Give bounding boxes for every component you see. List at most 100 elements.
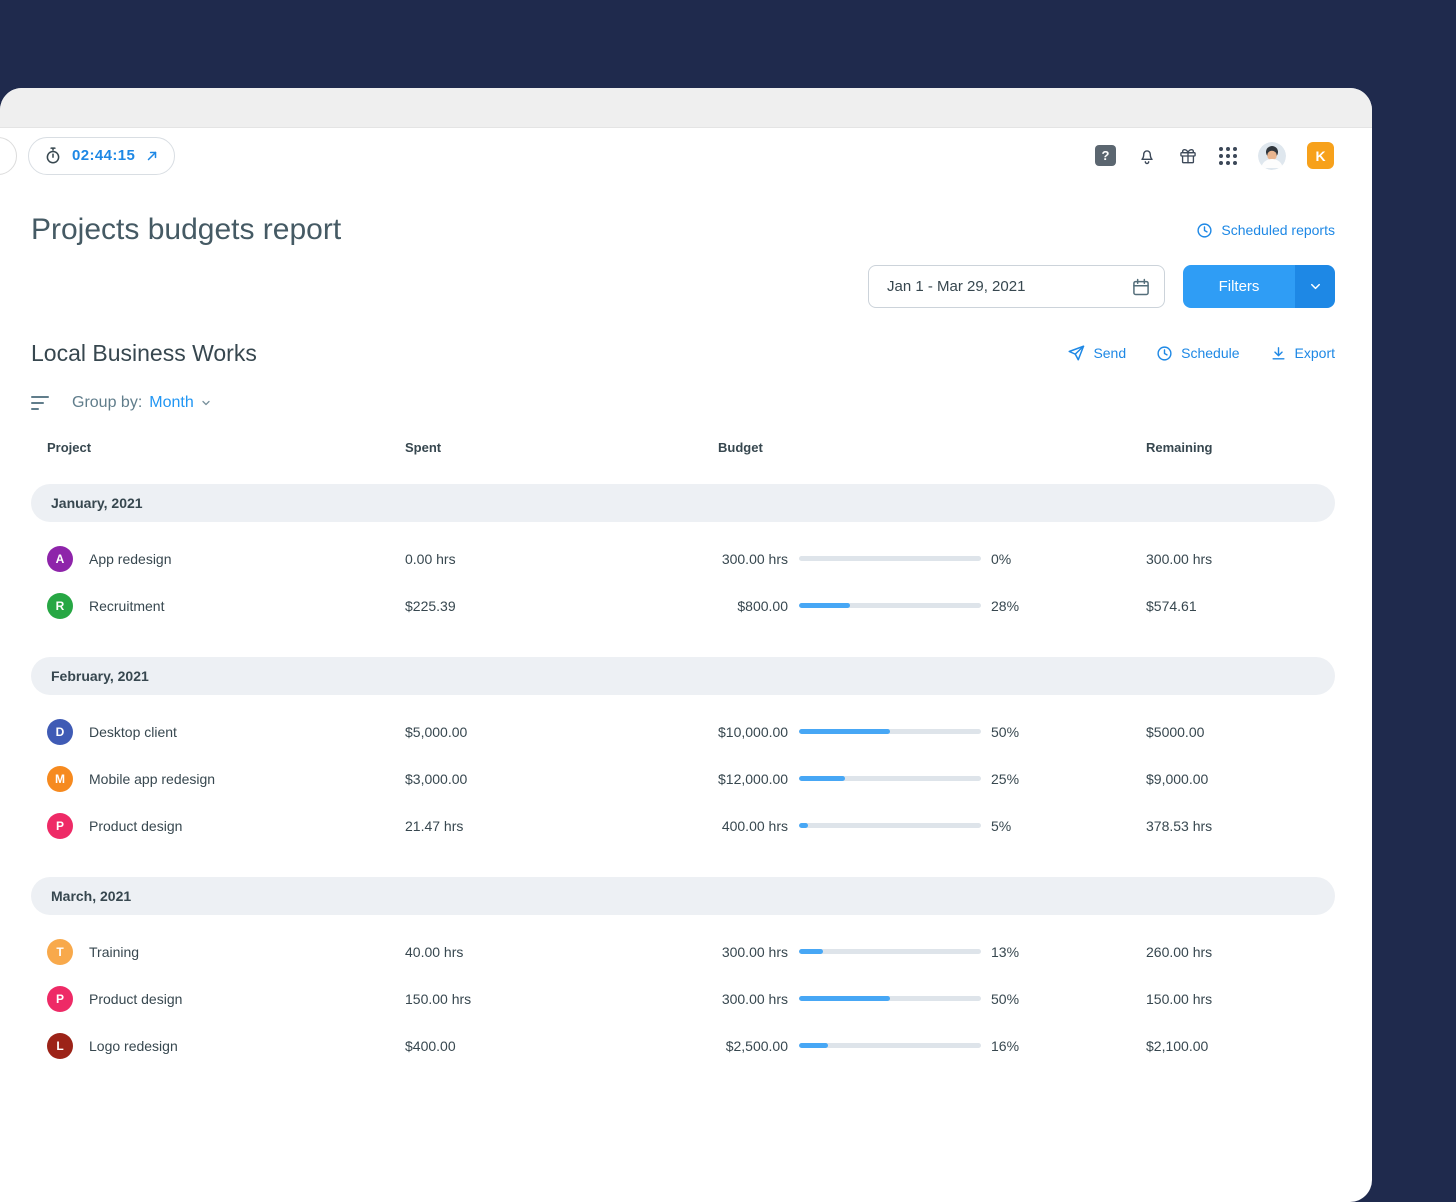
send-button[interactable]: Send — [1067, 344, 1126, 362]
project-cell[interactable]: T Training — [31, 938, 405, 965]
table-row: R Recruitment $225.39 $800.00 28% $574.6… — [31, 582, 1335, 629]
page-title: Projects budgets report — [31, 213, 342, 246]
scheduled-reports-link[interactable]: Scheduled reports — [1196, 222, 1335, 239]
project-name: App redesign — [89, 550, 172, 567]
budget-value: 300.00 hrs — [721, 943, 788, 960]
remaining-value: $5000.00 — [1146, 723, 1205, 740]
progress-fill — [799, 949, 823, 954]
chevron-down-icon — [1310, 283, 1320, 290]
project-cell[interactable]: D Desktop client — [31, 718, 405, 745]
project-avatar: L — [47, 1032, 73, 1059]
progress-cell — [788, 556, 989, 561]
group-label: March, 2021 — [51, 888, 132, 904]
progress-fill — [799, 603, 850, 608]
table-row: M Mobile app redesign $3,000.00 $12,000.… — [31, 755, 1335, 802]
send-icon — [1067, 344, 1085, 362]
progress-cell — [788, 949, 989, 954]
percent-value: 28% — [991, 597, 1020, 614]
calendar-icon — [1131, 277, 1151, 297]
timer-widget[interactable]: 02:44:15 — [28, 136, 176, 175]
remaining-value: $2,100.00 — [1146, 1037, 1209, 1054]
export-label: Export — [1294, 345, 1335, 361]
group-by-value: Month — [149, 394, 194, 411]
app-window: 02:44:15 ? K Projects budgets report Sch… — [0, 88, 1372, 1202]
project-cell[interactable]: A App redesign — [31, 545, 405, 572]
project-avatar: D — [47, 718, 73, 745]
group-by-dropdown[interactable]: Month — [149, 394, 211, 412]
column-header-project: Project — [47, 440, 92, 455]
budget-progress-bar — [799, 776, 981, 781]
client-section-header: Local Business Works Send Schedule Expor… — [31, 338, 1335, 368]
window-chrome-strip — [0, 88, 1372, 128]
project-cell[interactable]: P Product design — [31, 812, 405, 839]
budget-value: 400.00 hrs — [721, 817, 788, 834]
spent-value: $5,000.00 — [405, 723, 468, 740]
notifications-bell-icon[interactable] — [1137, 146, 1157, 166]
table-row: L Logo redesign $400.00 $2,500.00 16% $2… — [31, 1022, 1335, 1069]
budget-progress-bar — [799, 1043, 981, 1048]
project-name: Mobile app redesign — [89, 770, 216, 787]
percent-value: 25% — [991, 770, 1020, 787]
sort-icon[interactable] — [31, 396, 49, 410]
budget-progress-bar — [799, 996, 981, 1001]
project-cell[interactable]: M Mobile app redesign — [31, 765, 405, 792]
project-name: Recruitment — [89, 597, 165, 614]
group-label: January, 2021 — [51, 495, 143, 511]
gift-icon[interactable] — [1178, 146, 1198, 166]
group-header: February, 2021 — [31, 657, 1335, 695]
organization-badge[interactable]: K — [1307, 142, 1334, 169]
project-avatar: T — [47, 938, 73, 965]
budget-progress-bar — [799, 823, 981, 828]
group-rows: T Training 40.00 hrs 300.00 hrs 13% 260.… — [31, 928, 1335, 1069]
date-range-input[interactable]: Jan 1 - Mar 29, 2021 — [868, 265, 1165, 308]
apps-grid-icon[interactable] — [1219, 146, 1237, 165]
percent-value: 16% — [991, 1037, 1020, 1054]
budget-progress-bar — [799, 556, 981, 561]
budget-value: $2,500.00 — [725, 1037, 788, 1054]
progress-cell — [788, 1043, 989, 1048]
send-label: Send — [1093, 345, 1127, 361]
progress-cell — [788, 996, 989, 1001]
group-label: February, 2021 — [51, 668, 149, 684]
spent-value: 21.47 hrs — [405, 817, 464, 834]
spent-value: 150.00 hrs — [405, 990, 472, 1007]
percent-value: 50% — [991, 990, 1020, 1007]
percent-value: 13% — [991, 943, 1020, 960]
project-cell[interactable]: R Recruitment — [31, 592, 405, 619]
help-icon[interactable]: ? — [1095, 145, 1116, 166]
project-cell[interactable]: L Logo redesign — [31, 1032, 405, 1059]
open-timer-icon[interactable] — [145, 149, 159, 163]
spent-value: 40.00 hrs — [405, 943, 464, 960]
percent-value: 50% — [991, 723, 1020, 740]
progress-cell — [788, 776, 989, 781]
progress-fill — [799, 996, 890, 1001]
budget-value: $800.00 — [737, 597, 788, 614]
progress-fill — [799, 776, 845, 781]
sidebar-collapse-button[interactable] — [0, 136, 17, 175]
spent-value: $3,000.00 — [405, 770, 468, 787]
progress-cell — [788, 603, 989, 608]
group-header: March, 2021 — [31, 877, 1335, 915]
export-button[interactable]: Export — [1270, 344, 1335, 362]
table-body: January, 2021 A App redesign 0.00 hrs 30… — [31, 484, 1335, 1069]
column-header-budget: Budget — [718, 440, 763, 455]
spent-value: 0.00 hrs — [405, 550, 456, 567]
chevron-down-icon — [202, 400, 210, 406]
budget-progress-bar — [799, 603, 981, 608]
spent-value: $400.00 — [405, 1037, 456, 1054]
project-cell[interactable]: P Product design — [31, 985, 405, 1012]
remaining-value: 260.00 hrs — [1146, 943, 1213, 960]
user-avatar[interactable] — [1258, 141, 1286, 170]
client-name: Local Business Works — [31, 340, 257, 366]
timer-value: 02:44:15 — [72, 147, 136, 164]
project-avatar: R — [47, 592, 73, 619]
column-header-spent: Spent — [405, 440, 442, 455]
filters-dropdown-button[interactable] — [1295, 265, 1335, 308]
page-content: Projects budgets report Scheduled report… — [0, 183, 1372, 1202]
filters-button[interactable]: Filters — [1183, 265, 1295, 308]
group-rows: A App redesign 0.00 hrs 300.00 hrs 0% 30… — [31, 535, 1335, 629]
project-avatar: M — [47, 765, 73, 792]
schedule-button[interactable]: Schedule — [1156, 344, 1240, 362]
remaining-value: 300.00 hrs — [1146, 550, 1213, 567]
table-row: A App redesign 0.00 hrs 300.00 hrs 0% 30… — [31, 535, 1335, 582]
